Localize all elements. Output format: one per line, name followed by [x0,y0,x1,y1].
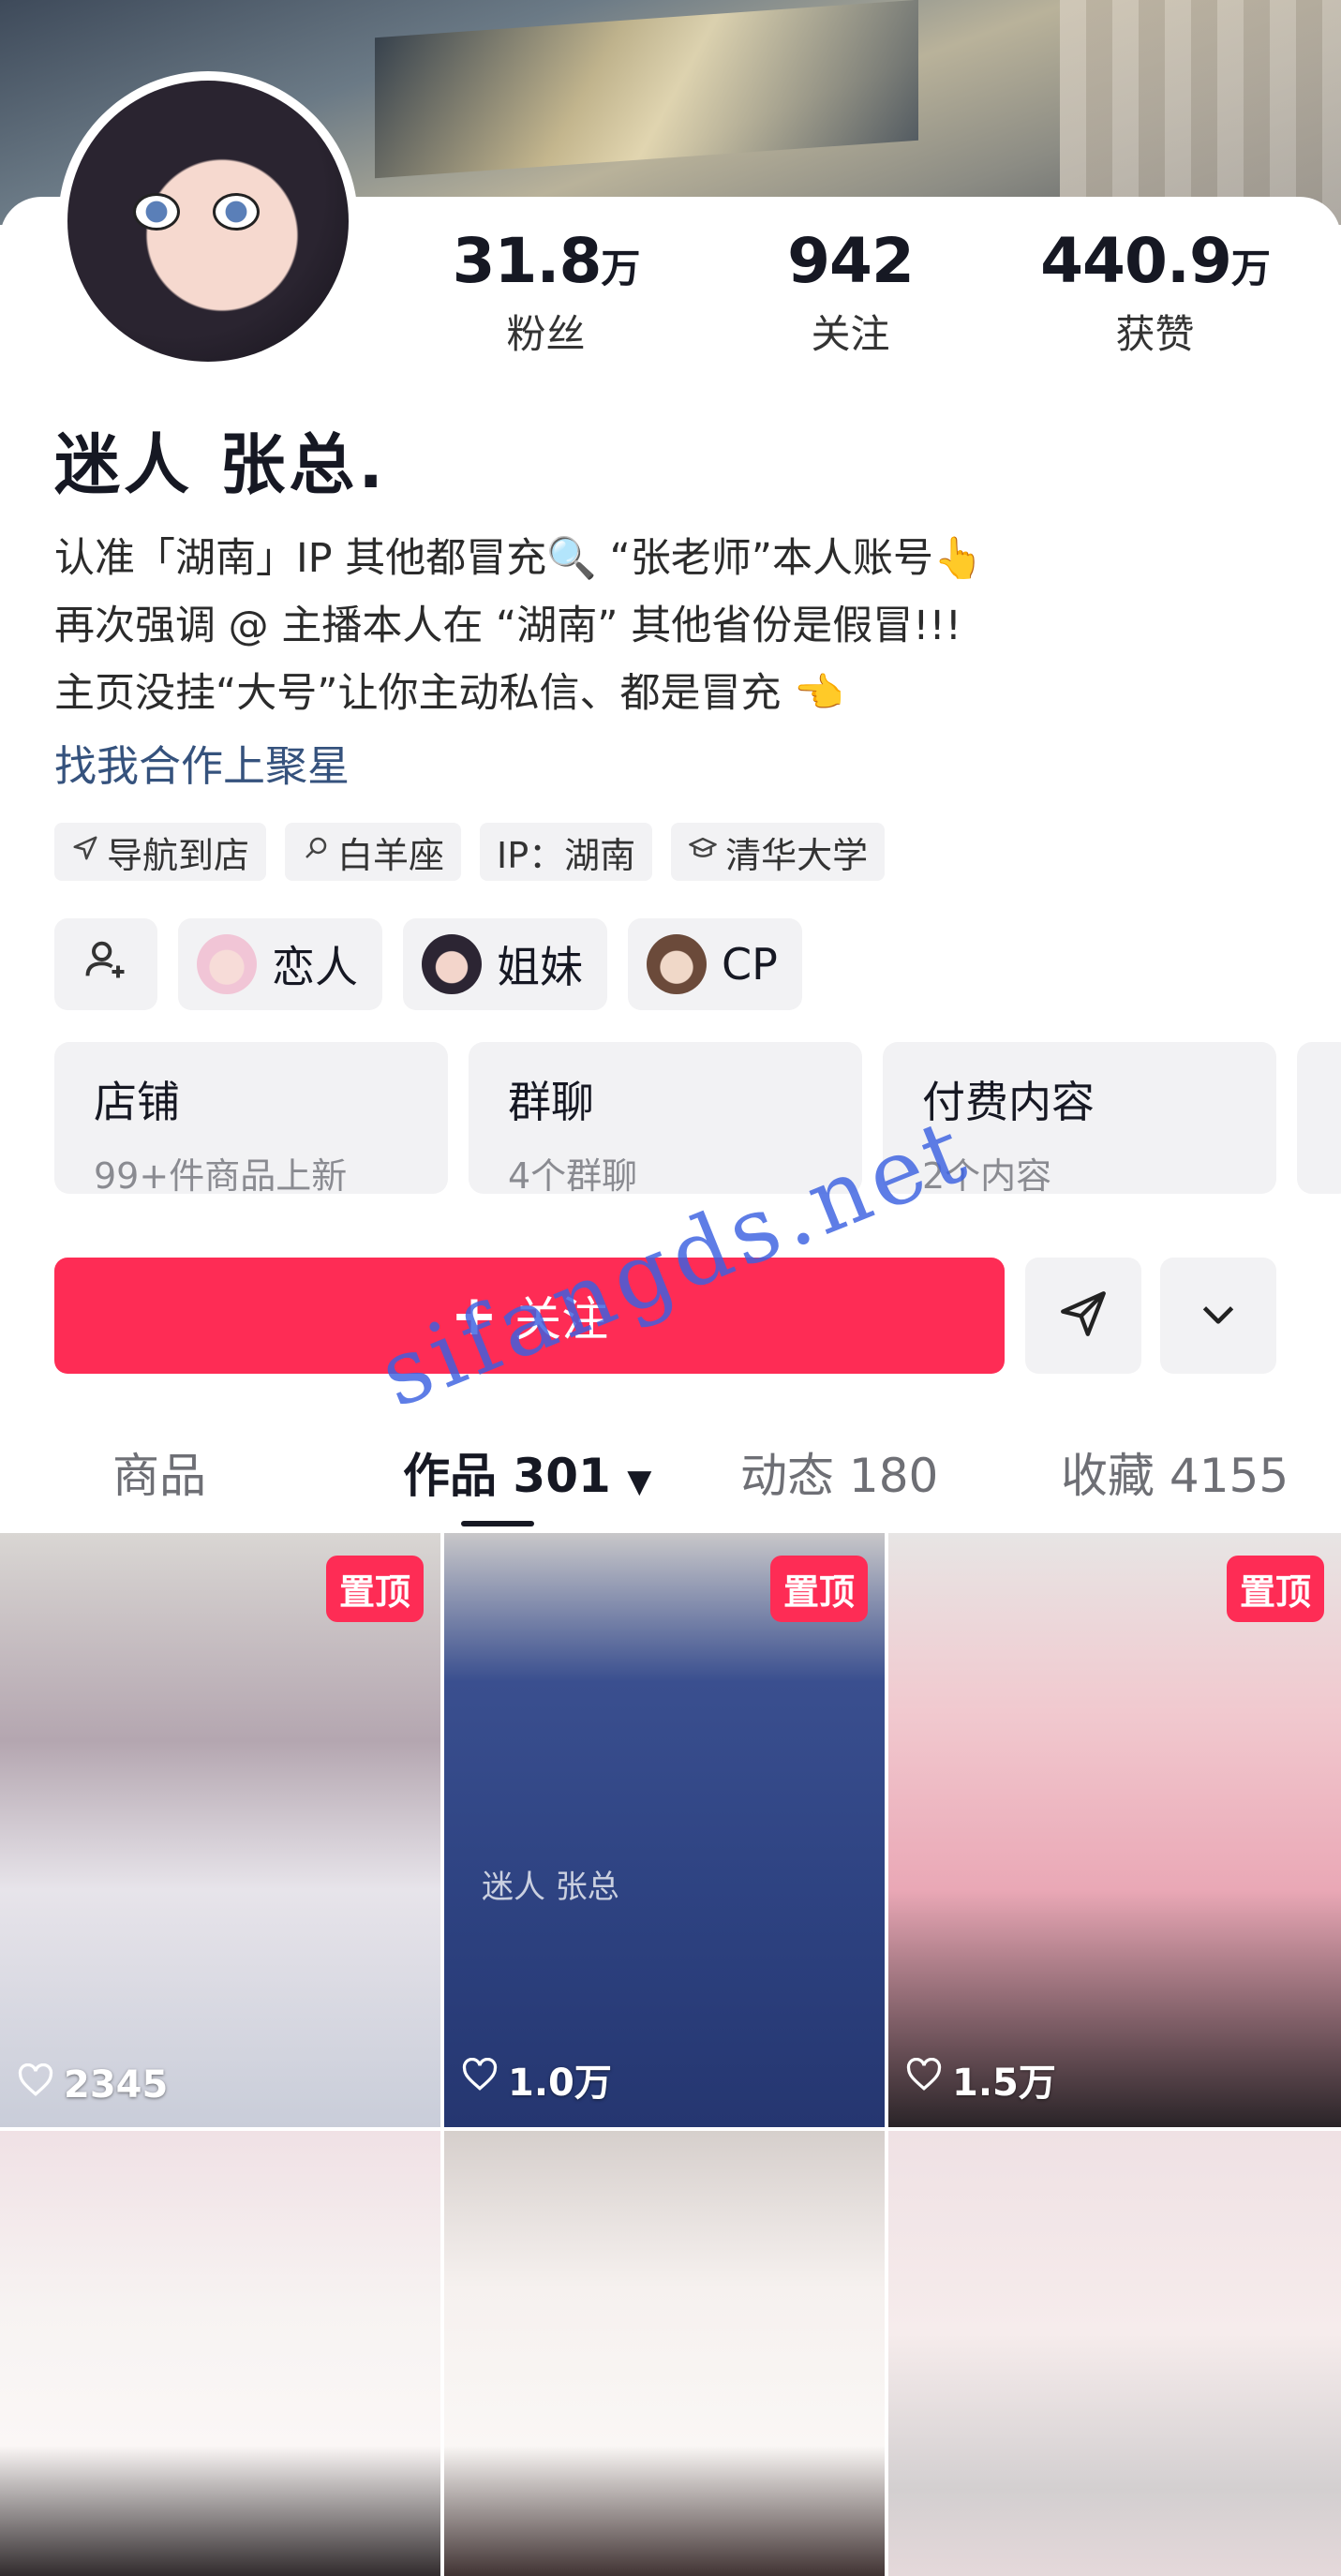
card-title: 付费内容 [922,1077,1095,1127]
tag-label: 导航到店 [107,834,250,876]
bio-line: 认准「湖南」IP 其他都冒充🔍 “张老师”本人账号👆 [54,535,984,582]
profile-tags: 导航到店 白羊座 IP：湖南 清华大学 [54,823,886,881]
group-chat-card[interactable]: 群聊 4个群聊 [469,1042,862,1197]
like-count: 1.0万 [508,2062,612,2105]
bio-line: 再次强调 @ 主播本人在 “湖南” 其他省份是假冒!!! [54,603,961,649]
relation-label: 姐妹 [497,942,583,992]
bio-line: 主页没挂“大号”让你主动私信、都是冒充 👈 [54,670,844,717]
relation-label: CP [722,939,778,990]
stat-fans[interactable]: 31.8万 粉丝 [394,225,698,360]
banner-painting [375,0,918,179]
relation-avatar [647,934,707,994]
stat-likes[interactable]: 440.9万 获赞 [1003,225,1307,360]
tab-products[interactable]: 商品 [112,1438,206,1506]
stats-row: 31.8万 粉丝 942 关注 440.9万 获赞 [394,225,1331,360]
banner-curtain [1060,0,1341,225]
pinned-badge: 置顶 [769,1556,868,1622]
relation-lover[interactable]: 恋人 [178,918,382,1010]
graduation-cap-icon [688,834,718,870]
tag-zodiac[interactable]: 白羊座 [285,823,462,881]
message-button[interactable] [1025,1258,1141,1374]
tab-works[interactable]: 作品 301 ▼ [403,1438,651,1506]
relation-label: 恋人 [272,942,358,992]
chevron-down-icon [1195,1290,1242,1341]
heart-icon [17,2062,54,2107]
heart-icon [905,2057,943,2101]
stat-value: 31.8 [452,225,603,297]
relation-avatar [197,934,257,994]
video-thumbnail[interactable] [444,2131,885,2576]
tab-favorites[interactable]: 收藏 4155 [1061,1438,1289,1506]
avatar-eye [213,193,260,231]
zodiac-icon [302,834,330,870]
card-title: 店铺 [94,1077,180,1127]
caret-down-icon: ▼ [627,1463,652,1500]
card-subtitle: 2个内容 [922,1155,1052,1197]
card-subtitle: 99+件商品上新 [94,1155,348,1197]
card-title: 群聊 [508,1077,594,1127]
avatar-eye [133,193,180,231]
profile-name: 迷人 张总. [54,426,387,503]
stat-value: 440.9 [1040,225,1232,297]
stat-unit: 万 [1230,246,1271,291]
tab-label: 作品 301 [403,1449,611,1503]
like-count: 2345 [64,2063,169,2107]
follow-button[interactable]: + 关注 [54,1258,1005,1374]
add-user-icon [82,935,130,994]
stat-label: 粉丝 [506,311,586,357]
content-tabs: 商品 作品 301 ▼ 动态 180 收藏 4155 [0,1420,1341,1532]
tag-ip: IP：湖南 [480,823,653,881]
video-thumbnail[interactable]: 置顶 1.5万 [888,1533,1341,2127]
follow-label: 关注 [514,1292,609,1347]
stat-label: 关注 [811,311,890,357]
tag-label: 清华大学 [725,834,869,876]
video-thumbnail[interactable]: 置顶 迷人 张总 1.0万 [444,1533,885,2127]
relation-sisters[interactable]: 姐妹 [403,918,607,1010]
pinned-badge: 置顶 [1226,1556,1324,1622]
more-card[interactable] [1297,1042,1341,1194]
video-thumbnail[interactable] [888,2131,1341,2576]
stat-unit: 万 [601,246,640,291]
add-friend-button[interactable] [54,918,157,1010]
heart-icon [461,2057,499,2101]
stat-following[interactable]: 942 关注 [698,225,1003,360]
card-subtitle: 4个群聊 [508,1155,638,1197]
feature-cards: 店铺 99+件商品上新 群聊 4个群聊 付费内容 2个内容 [54,1042,1341,1197]
tag-navigation[interactable]: 导航到店 [54,823,267,881]
cooperation-link[interactable]: 找我合作上聚星 [54,733,1273,800]
tab-moments[interactable]: 动态 180 [740,1438,938,1506]
send-icon [1056,1287,1110,1345]
stat-value: 942 [787,225,915,297]
relation-cp[interactable]: CP [628,918,802,1010]
tab-indicator [461,1521,534,1526]
navigation-icon [71,834,99,870]
plus-icon: + [450,1283,499,1348]
more-button[interactable] [1160,1258,1276,1374]
avatar[interactable] [58,71,358,371]
tag-school[interactable]: 清华大学 [671,823,886,881]
like-count: 1.5万 [952,2062,1056,2105]
video-thumbnail[interactable]: 置顶 2345 [0,1533,440,2127]
shop-card[interactable]: 店铺 99+件商品上新 [54,1042,448,1197]
video-thumbnail[interactable] [0,2131,440,2576]
profile-card: 31.8万 粉丝 942 关注 440.9万 获赞 迷人 张总. 认准「湖南」I… [0,71,1341,2576]
pinned-badge: 置顶 [325,1556,424,1622]
tag-label: 白羊座 [337,834,445,876]
avatar-image [67,81,349,362]
paid-content-card[interactable]: 付费内容 2个内容 [883,1042,1276,1197]
video-overlay-text: 迷人 张总 [482,1869,619,1906]
relation-avatar [422,934,482,994]
relationship-row: 恋人 姐妹 CP [54,918,802,1010]
tag-label: IP：湖南 [497,834,636,876]
stat-label: 获赞 [1115,311,1195,357]
profile-bio: 认准「湖南」IP 其他都冒充🔍 “张老师”本人账号👆 再次强调 @ 主播本人在 … [54,525,1273,800]
